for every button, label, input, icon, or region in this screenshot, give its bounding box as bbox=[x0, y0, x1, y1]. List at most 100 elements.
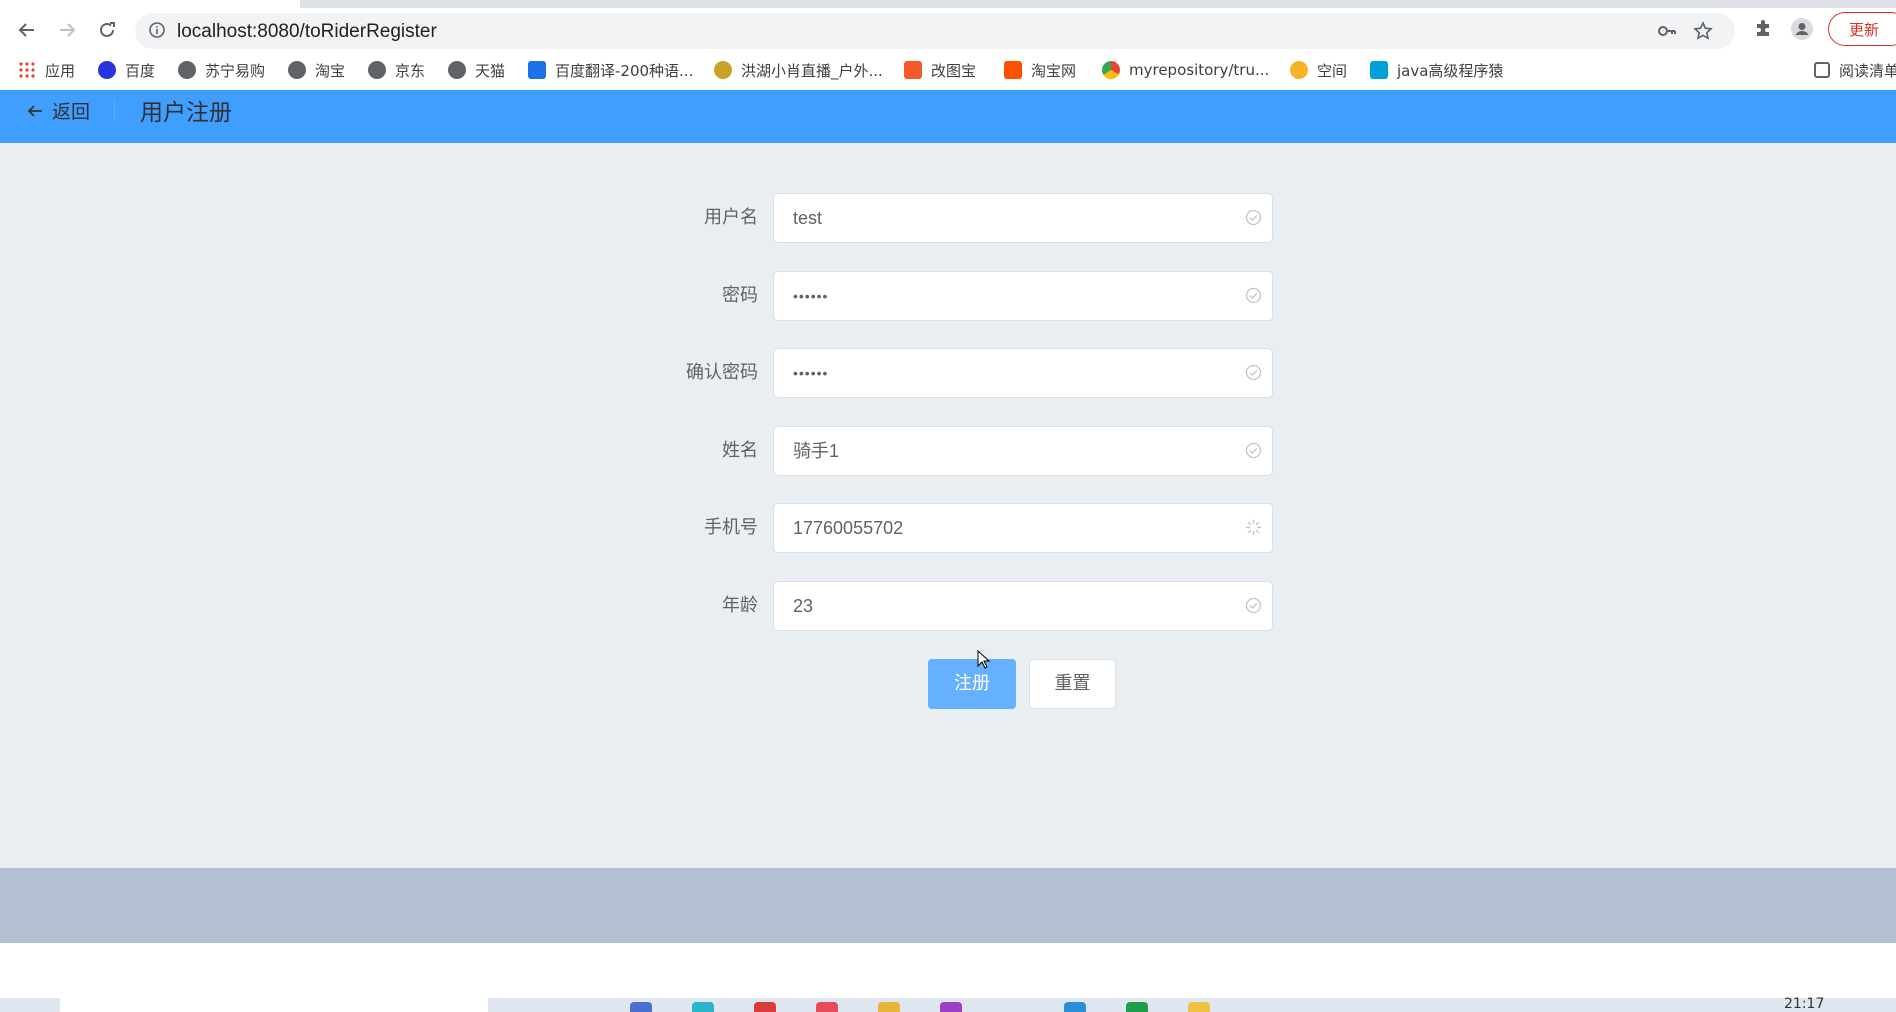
back-link[interactable]: 返回 bbox=[26, 97, 90, 124]
bookmark-label: 阅读清单 bbox=[1839, 61, 1896, 80]
taskbar-app-icon[interactable] bbox=[630, 1002, 652, 1012]
confirm-password-input[interactable]: •••••• bbox=[773, 348, 1273, 398]
chrome-icon bbox=[1102, 61, 1120, 79]
bookmark-label: java高级程序猿 bbox=[1397, 61, 1504, 80]
taskbar-app-icon[interactable] bbox=[754, 1002, 776, 1012]
globe-icon bbox=[368, 61, 386, 79]
reset-button[interactable]: 重置 bbox=[1029, 659, 1116, 709]
password-input[interactable]: •••••• bbox=[773, 271, 1273, 321]
bookmark-bilibili[interactable]: java高级程序猿 bbox=[1370, 59, 1503, 81]
qzone-icon bbox=[1290, 61, 1308, 79]
form-row-phone: 手机号 17760055702 bbox=[640, 503, 1274, 553]
bookmark-label: 京东 bbox=[395, 61, 426, 80]
bookmark-honghu[interactable]: 洪湖小肖直播_户外... bbox=[714, 59, 883, 81]
bookmark-label: 淘宝网 bbox=[1031, 61, 1077, 80]
reload-icon[interactable] bbox=[93, 16, 121, 44]
bookmark-taobao-net[interactable]: 淘宝网 bbox=[1004, 59, 1076, 81]
bookmark-baidu-translate[interactable]: 百度翻译-200种语... bbox=[528, 59, 693, 81]
form-row-password: 密码 •••••• bbox=[640, 271, 1274, 321]
globe-icon bbox=[448, 61, 466, 79]
age-input[interactable]: 23 bbox=[773, 581, 1273, 631]
username-input[interactable]: test bbox=[773, 193, 1273, 243]
name-label: 姓名 bbox=[722, 440, 758, 461]
browser-toolbar: localhost:8080/toRiderRegister 更新 ⋮ bbox=[0, 8, 1896, 50]
username-label: 用户名 bbox=[704, 207, 758, 228]
check-circle-icon bbox=[1245, 364, 1262, 385]
form-row-confirm-password: 确认密码 •••••• bbox=[640, 348, 1274, 398]
back-arrow-icon[interactable] bbox=[13, 16, 41, 44]
key-icon[interactable] bbox=[1657, 21, 1677, 45]
bilibili-icon bbox=[1370, 61, 1388, 79]
taskbar-app-icon[interactable] bbox=[940, 1002, 962, 1012]
taskbar-app-icon[interactable] bbox=[1188, 1002, 1210, 1012]
check-circle-icon bbox=[1245, 442, 1262, 463]
register-button[interactable]: 注册 bbox=[928, 659, 1016, 709]
bookmark-label: 改图宝 bbox=[931, 61, 977, 80]
confirm-password-label: 确认密码 bbox=[686, 362, 758, 383]
taskbar-search-box[interactable] bbox=[60, 998, 488, 1012]
check-circle-icon bbox=[1245, 209, 1262, 230]
page-footer bbox=[0, 868, 1896, 943]
taskbar-app-icon[interactable] bbox=[1064, 1002, 1086, 1012]
bookmark-suning[interactable]: 苏宁易购 bbox=[178, 59, 265, 81]
check-circle-icon bbox=[1245, 287, 1262, 308]
check-circle-icon bbox=[1245, 597, 1262, 618]
extensions-puzzle-icon[interactable] bbox=[1753, 18, 1773, 42]
image-tool-icon bbox=[904, 61, 922, 79]
page-title: 用户注册 bbox=[140, 100, 232, 126]
form-row-name: 姓名 骑手1 bbox=[640, 426, 1274, 476]
taskbar-clock: 21:17 bbox=[1784, 996, 1825, 1012]
back-label: 返回 bbox=[52, 101, 91, 123]
forward-arrow-icon[interactable] bbox=[53, 16, 81, 44]
taobao-icon bbox=[1004, 61, 1022, 79]
form-row-age: 年龄 23 bbox=[640, 581, 1274, 631]
name-input[interactable]: 骑手1 bbox=[773, 426, 1273, 476]
taskbar-app-icon[interactable] bbox=[878, 1002, 900, 1012]
taskbar-app-icon[interactable] bbox=[1126, 1002, 1148, 1012]
reading-list-icon bbox=[1814, 62, 1830, 78]
address-bar[interactable]: localhost:8080/toRiderRegister bbox=[135, 13, 1735, 49]
bird-icon bbox=[714, 61, 732, 79]
bookmark-jd[interactable]: 京东 bbox=[368, 59, 425, 81]
bookmark-label: 百度翻译-200种语... bbox=[555, 61, 694, 80]
tab-strip bbox=[0, 0, 1896, 8]
apps-grid-icon bbox=[18, 61, 36, 79]
active-tab[interactable] bbox=[0, 0, 300, 8]
bookmark-taobao[interactable]: 淘宝 bbox=[288, 59, 345, 81]
bookmark-label: 空间 bbox=[1317, 61, 1348, 80]
site-info-icon[interactable] bbox=[149, 22, 165, 42]
globe-icon bbox=[178, 61, 196, 79]
baidu-paw-icon bbox=[98, 61, 116, 79]
bookmark-label: myrepository/tru... bbox=[1129, 61, 1270, 79]
more-menu-icon[interactable]: ⋮ bbox=[1891, 13, 1896, 47]
update-label: 更新 bbox=[1849, 21, 1880, 39]
bookmark-gaitubao[interactable]: 改图宝 bbox=[904, 59, 976, 81]
inactive-tab-area bbox=[612, 0, 1896, 8]
globe-icon bbox=[288, 61, 306, 79]
bookmark-qzone[interactable]: 空间 bbox=[1290, 59, 1347, 81]
form-row-username: 用户名 test bbox=[640, 193, 1274, 243]
url-text[interactable]: localhost:8080/toRiderRegister bbox=[177, 21, 437, 43]
bookmark-label: 百度 bbox=[125, 61, 156, 80]
bookmark-label: 天猫 bbox=[475, 61, 506, 80]
phone-input[interactable]: 17760055702 bbox=[773, 503, 1273, 553]
arrow-left-icon bbox=[27, 104, 42, 117]
loading-spinner-icon bbox=[1245, 519, 1262, 540]
bookmark-reading-list[interactable]: 阅读清单 bbox=[1814, 59, 1896, 81]
taskbar-app-icon[interactable] bbox=[816, 1002, 838, 1012]
mouse-cursor-icon bbox=[977, 650, 991, 669]
page-bottom-whitespace bbox=[0, 943, 1896, 998]
bookmark-baidu[interactable]: 百度 bbox=[98, 59, 155, 81]
bookmark-myrepository[interactable]: myrepository/tru... bbox=[1102, 59, 1269, 81]
bookmark-label: 洪湖小肖直播_户外... bbox=[741, 61, 883, 80]
taskbar-app-icon[interactable] bbox=[692, 1002, 714, 1012]
bookmark-label: 淘宝 bbox=[315, 61, 346, 80]
browser-update-button[interactable]: 更新 ⋮ bbox=[1828, 12, 1896, 46]
os-taskbar: 21:17 bbox=[0, 996, 1896, 1012]
password-label: 密码 bbox=[722, 285, 758, 306]
bookmark-tmall[interactable]: 天猫 bbox=[448, 59, 505, 81]
bookmark-apps[interactable]: 应用 bbox=[18, 59, 75, 81]
profile-avatar-icon[interactable] bbox=[1791, 18, 1813, 44]
bookmark-star-icon[interactable] bbox=[1693, 21, 1713, 45]
bookmark-label: 应用 bbox=[45, 61, 76, 80]
